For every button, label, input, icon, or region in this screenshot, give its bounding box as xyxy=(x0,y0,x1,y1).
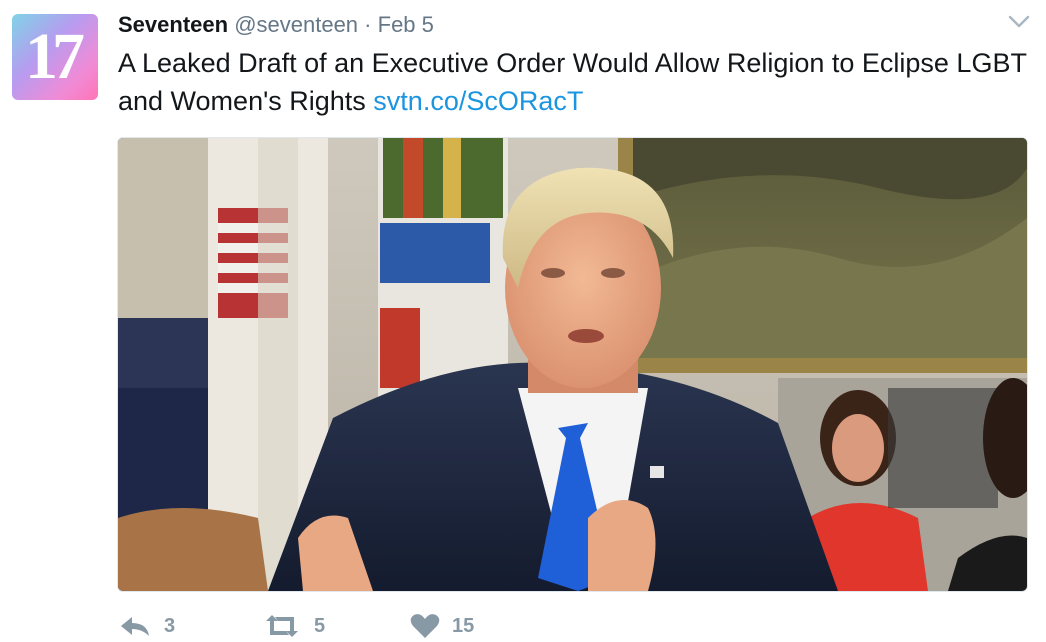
retweet-icon xyxy=(266,615,298,637)
tweet-header: Seventeen @seventeen · Feb 5 xyxy=(118,10,434,40)
tweet-actions: 3 5 15 xyxy=(118,612,530,640)
avatar-logo-text: 17 xyxy=(25,20,85,93)
avatar[interactable]: 17 xyxy=(12,14,98,100)
heart-icon xyxy=(410,614,440,638)
reply-icon xyxy=(121,617,149,636)
tweet-date[interactable]: Feb 5 xyxy=(378,12,434,37)
separator-dot: · xyxy=(364,12,372,37)
tweet-photo[interactable] xyxy=(117,137,1028,592)
like-count: 15 xyxy=(452,614,475,637)
reply-button[interactable]: 3 xyxy=(118,614,262,638)
reply-count: 3 xyxy=(164,614,176,637)
chevron-down-icon[interactable] xyxy=(1008,14,1030,30)
retweet-button[interactable]: 5 xyxy=(262,613,410,639)
photo-illustration xyxy=(118,138,1027,591)
retweet-count: 5 xyxy=(314,614,326,637)
display-name[interactable]: Seventeen xyxy=(118,12,228,37)
user-handle[interactable]: @seventeen xyxy=(234,12,358,37)
tweet-text: A Leaked Draft of an Executive Order Wou… xyxy=(118,44,1028,120)
like-button[interactable]: 15 xyxy=(410,613,530,639)
tweet[interactable]: 17 Seventeen @seventeen · Feb 5 A Leaked… xyxy=(0,0,1046,642)
tweet-link[interactable]: svtn.co/ScORacT xyxy=(373,86,583,116)
